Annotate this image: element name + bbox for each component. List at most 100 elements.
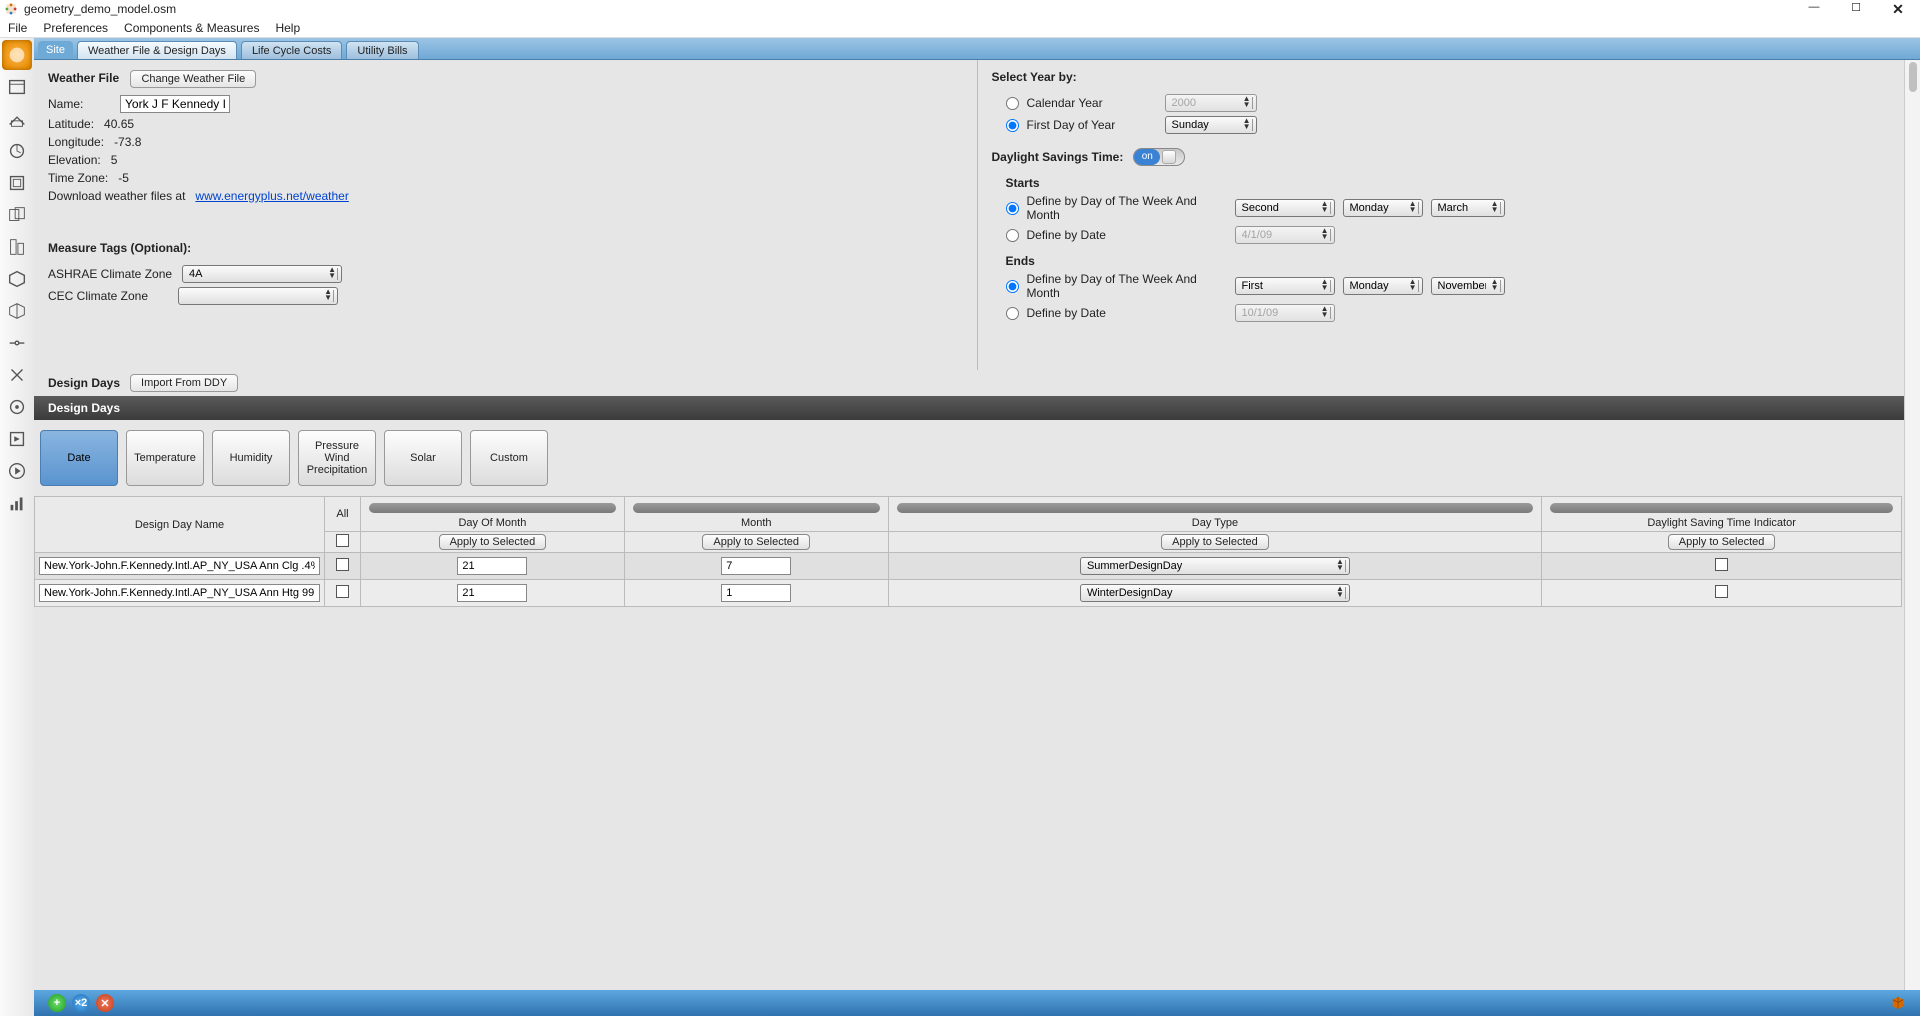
cat-custom-button[interactable]: Custom xyxy=(470,430,548,486)
nav-spacetypes-icon[interactable] xyxy=(2,168,32,198)
nav-scripts-icon[interactable] xyxy=(2,392,32,422)
menu-bar: File Preferences Components & Measures H… xyxy=(0,18,1920,38)
menu-help[interactable]: Help xyxy=(275,21,300,35)
start-dow-label: Define by Day of The Week And Month xyxy=(1027,194,1227,222)
nav-hvac-icon[interactable] xyxy=(2,328,32,358)
app-icon xyxy=(4,2,18,16)
row1-dtype-select[interactable]: WinterDesignDay xyxy=(1080,584,1350,602)
cat-solar-button[interactable]: Solar xyxy=(384,430,462,486)
ends-header: Ends xyxy=(1006,254,1907,268)
nav-loads-icon[interactable] xyxy=(2,136,32,166)
copy-button[interactable]: ×2 xyxy=(72,994,90,1012)
first-day-radio[interactable] xyxy=(1006,119,1019,132)
dst-label: Daylight Savings Time: xyxy=(992,150,1124,164)
minimize-button[interactable]: ― xyxy=(1804,1,1824,18)
bcl-icon[interactable] xyxy=(1890,995,1906,1011)
col-dom-header: Day Of Month xyxy=(363,517,622,529)
cec-zone-select[interactable] xyxy=(178,287,338,305)
row0-name-input[interactable] xyxy=(39,557,320,575)
row1-dom-input[interactable] xyxy=(457,584,527,602)
col-month-scrollbar[interactable] xyxy=(633,503,880,513)
elevation-value: 5 xyxy=(111,153,118,167)
close-button[interactable]: ✕ xyxy=(1888,1,1908,18)
longitude-label: Longitude: xyxy=(48,135,104,149)
row0-month-input[interactable] xyxy=(721,557,791,575)
add-button[interactable]: + xyxy=(48,994,66,1012)
weather-name-field[interactable] xyxy=(120,95,230,113)
start-week-select[interactable]: Second xyxy=(1235,199,1335,217)
end-date-field: 10/1/09 xyxy=(1235,304,1335,322)
cat-humidity-button[interactable]: Humidity xyxy=(212,430,290,486)
apply-dom-button[interactable]: Apply to Selected xyxy=(439,534,547,550)
col-dom-scrollbar[interactable] xyxy=(369,503,616,513)
change-weather-file-button[interactable]: Change Weather File xyxy=(130,70,256,88)
apply-month-button[interactable]: Apply to Selected xyxy=(702,534,810,550)
cat-date-button[interactable]: Date xyxy=(40,430,118,486)
maximize-button[interactable]: ☐ xyxy=(1846,1,1866,18)
start-date-label: Define by Date xyxy=(1027,228,1227,242)
nav-geometry-icon[interactable] xyxy=(2,200,32,230)
design-days-bar: Design Days xyxy=(34,396,1920,420)
col-month-header: Month xyxy=(627,517,886,529)
end-dow-radio[interactable] xyxy=(1006,280,1019,293)
menu-file[interactable]: File xyxy=(8,21,27,35)
menu-preferences[interactable]: Preferences xyxy=(43,21,108,35)
download-weather-link[interactable]: www.energyplus.net/weather xyxy=(195,189,348,203)
row1-name-input[interactable] xyxy=(39,584,320,602)
design-category-row: Date Temperature Humidity Pressure Wind … xyxy=(34,420,1920,496)
end-date-radio[interactable] xyxy=(1006,307,1019,320)
nav-output-icon[interactable] xyxy=(2,360,32,390)
apply-dtype-button[interactable]: Apply to Selected xyxy=(1161,534,1269,550)
ashrae-label: ASHRAE Climate Zone xyxy=(48,267,172,281)
starts-header: Starts xyxy=(1006,176,1907,190)
design-days-label: Design Days xyxy=(48,376,120,390)
cat-pressure-wind-precip-button[interactable]: Pressure Wind Precipitation xyxy=(298,430,376,486)
import-from-ddy-button[interactable]: Import From DDY xyxy=(130,374,238,392)
cec-label: CEC Climate Zone xyxy=(48,289,168,303)
download-prefix: Download weather files at xyxy=(48,189,185,203)
nav-reports-icon[interactable] xyxy=(2,488,32,518)
nav-constructions-icon[interactable] xyxy=(2,104,32,134)
col-dtype-header: Day Type xyxy=(891,517,1540,529)
row1-month-input[interactable] xyxy=(721,584,791,602)
nav-spaces-icon[interactable] xyxy=(2,264,32,294)
tab-utility-bills[interactable]: Utility Bills xyxy=(346,41,418,59)
tab-life-cycle-costs[interactable]: Life Cycle Costs xyxy=(241,41,342,59)
row0-select-checkbox[interactable] xyxy=(336,558,349,571)
start-date-field: 4/1/09 xyxy=(1235,226,1335,244)
end-week-select[interactable]: First xyxy=(1235,277,1335,295)
vertical-toolbar xyxy=(0,38,34,1016)
menu-components-measures[interactable]: Components & Measures xyxy=(124,21,259,35)
apply-dsti-button[interactable]: Apply to Selected xyxy=(1668,534,1776,550)
first-day-label: First Day of Year xyxy=(1027,118,1157,132)
vertical-scrollbar[interactable] xyxy=(1904,60,1920,1016)
row0-dtype-select[interactable]: SummerDesignDay xyxy=(1080,557,1350,575)
delete-button[interactable]: ✕ xyxy=(96,994,114,1012)
end-date-label: Define by Date xyxy=(1027,306,1227,320)
select-all-checkbox[interactable] xyxy=(336,534,349,547)
latitude-value: 40.65 xyxy=(104,117,134,131)
start-date-radio[interactable] xyxy=(1006,229,1019,242)
tab-weather-design-days[interactable]: Weather File & Design Days xyxy=(77,41,237,59)
calendar-year-radio[interactable] xyxy=(1006,97,1019,110)
start-dow-radio[interactable] xyxy=(1006,202,1019,215)
dst-toggle[interactable]: on xyxy=(1133,148,1185,166)
row0-dom-input[interactable] xyxy=(457,557,527,575)
tab-site[interactable]: Site xyxy=(38,41,73,59)
row1-dsti-checkbox[interactable] xyxy=(1715,585,1728,598)
ashrae-zone-select[interactable]: 4A xyxy=(182,265,342,283)
nav-facility-icon[interactable] xyxy=(2,232,32,262)
col-name-header: Design Day Name xyxy=(37,519,322,531)
nav-schedules-icon[interactable] xyxy=(2,72,32,102)
latitude-label: Latitude: xyxy=(48,117,94,131)
nav-run-icon[interactable] xyxy=(2,424,32,454)
row0-dsti-checkbox[interactable] xyxy=(1715,558,1728,571)
nav-site-icon[interactable] xyxy=(2,40,32,70)
cat-temperature-button[interactable]: Temperature xyxy=(126,430,204,486)
col-dtype-scrollbar[interactable] xyxy=(897,503,1534,513)
title-bar: geometry_demo_model.osm ― ☐ ✕ xyxy=(0,0,1920,18)
nav-thermalzones-icon[interactable] xyxy=(2,296,32,326)
nav-results-icon[interactable] xyxy=(2,456,32,486)
col-dsti-scrollbar[interactable] xyxy=(1550,503,1893,513)
row1-select-checkbox[interactable] xyxy=(336,585,349,598)
